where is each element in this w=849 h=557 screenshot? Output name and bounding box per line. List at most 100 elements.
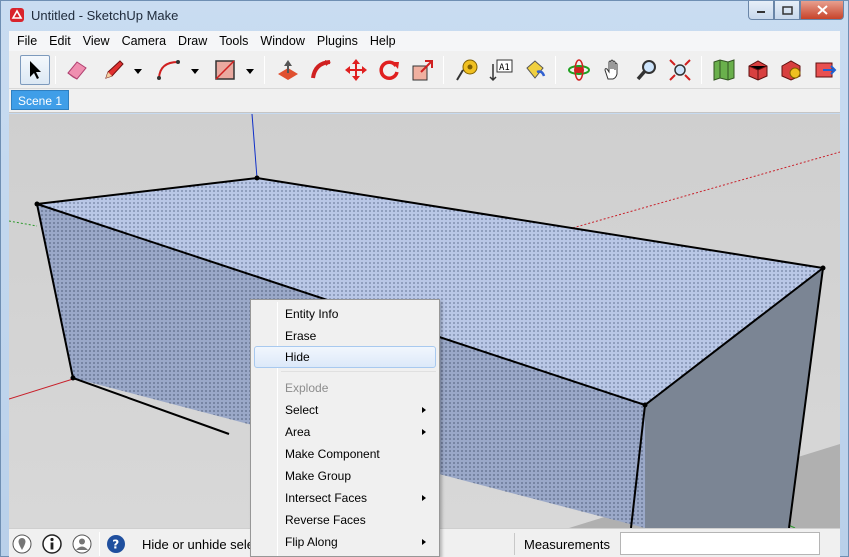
status-message: Hide or unhide sele: [142, 537, 255, 552]
window-controls: [748, 1, 844, 21]
eraser-icon: [67, 61, 87, 80]
menu-item-reverse-faces[interactable]: Reverse Faces: [254, 509, 436, 531]
menu-bar: File Edit View Camera Draw Tools Window …: [9, 31, 840, 51]
scale-tool-button[interactable]: [408, 55, 438, 85]
rotate-tool-button[interactable]: [374, 55, 404, 85]
menu-item-label: Hide: [285, 350, 310, 364]
menu-item-label: Entity Info: [285, 307, 339, 321]
menu-item-intersect-faces[interactable]: Intersect Faces: [254, 487, 436, 509]
close-icon: [816, 5, 828, 15]
zoom-tool-button[interactable]: [632, 55, 662, 85]
credits-info-icon[interactable]: [42, 534, 62, 554]
menu-draw[interactable]: Draw: [172, 31, 213, 51]
menu-plugins[interactable]: Plugins: [311, 31, 364, 51]
paint-bucket-tool-button[interactable]: [520, 55, 550, 85]
tape-measure-tool-button[interactable]: [452, 55, 482, 85]
submenu-arrow-icon: [422, 539, 426, 545]
orbit-icon: [568, 59, 590, 81]
axis-red-dashed: [568, 151, 840, 230]
pan-tool-button[interactable]: [598, 55, 628, 85]
user-account-icon[interactable]: [72, 534, 92, 554]
share-model-icon: [781, 60, 801, 81]
move-icon: [345, 59, 367, 81]
extension-warehouse-button[interactable]: [810, 55, 840, 85]
menu-item-area[interactable]: Area: [254, 421, 436, 443]
map-location-icon: [713, 59, 735, 81]
menu-item-erase[interactable]: Erase: [254, 325, 436, 347]
geo-location-icon[interactable]: [12, 534, 32, 554]
menu-item-explode: Explode: [254, 377, 436, 399]
menu-item-label: Make Component: [285, 447, 380, 461]
orbit-tool-button[interactable]: [564, 55, 594, 85]
select-arrow-icon: [30, 61, 41, 79]
push-pull-icon: [278, 60, 298, 80]
zoom-extents-tool-button[interactable]: [665, 55, 695, 85]
paint-bucket-icon: [526, 60, 546, 79]
axis-green-dashed: [9, 220, 38, 227]
select-tool-button[interactable]: [20, 55, 50, 85]
menu-tools[interactable]: Tools: [213, 31, 254, 51]
maximize-icon: [781, 5, 793, 15]
follow-me-tool-button[interactable]: [307, 55, 337, 85]
line-dropdown-icon[interactable]: [133, 66, 143, 76]
line-tool-button[interactable]: [99, 55, 129, 85]
rotate-icon: [379, 60, 399, 80]
context-menu: Entity Info Erase Hide Explode Select Ar…: [250, 299, 440, 557]
tab-scene-1[interactable]: Scene 1: [11, 90, 70, 110]
minimize-button[interactable]: [748, 1, 774, 20]
pencil-line-icon: [105, 60, 124, 79]
sketchup-app-icon[interactable]: [9, 7, 25, 23]
zoom-icon: [636, 60, 656, 81]
axis-blue: [251, 114, 258, 179]
arc-dropdown-icon[interactable]: [190, 66, 200, 76]
rectangle-dropdown-icon[interactable]: [245, 66, 255, 76]
maximize-button[interactable]: [774, 1, 800, 20]
text-tool-button[interactable]: A1: [486, 55, 516, 85]
menu-item-select[interactable]: Select: [254, 399, 436, 421]
measurements-input[interactable]: [620, 532, 820, 555]
menu-item-flip-along[interactable]: Flip Along: [254, 531, 436, 553]
menu-item-entity-info[interactable]: Entity Info: [254, 303, 436, 325]
tape-measure-icon: [456, 59, 478, 81]
text-label-icon: A1: [489, 59, 513, 82]
push-pull-tool-button[interactable]: [273, 55, 303, 85]
menu-item-label: Make Group: [285, 469, 352, 483]
get-models-button[interactable]: [743, 55, 773, 85]
svg-text:A1: A1: [499, 63, 510, 73]
submenu-arrow-icon: [422, 495, 426, 501]
close-button[interactable]: [800, 1, 844, 20]
menu-item-label: Intersect Faces: [285, 491, 368, 505]
rectangle-tool-button[interactable]: [210, 55, 240, 85]
share-model-button[interactable]: [776, 55, 806, 85]
eraser-tool-button[interactable]: [62, 55, 92, 85]
menu-camera[interactable]: Camera: [116, 31, 172, 51]
menu-item-label: Flip Along: [285, 535, 338, 549]
add-location-button[interactable]: [709, 55, 739, 85]
menu-item-make-component[interactable]: Make Component: [254, 443, 436, 465]
rectangle-icon: [215, 60, 235, 80]
move-tool-button[interactable]: [341, 55, 371, 85]
menu-separator: [281, 371, 436, 372]
menu-file[interactable]: File: [11, 31, 43, 51]
menu-item-label: Reverse Faces: [285, 513, 366, 527]
menu-window[interactable]: Window: [254, 31, 310, 51]
menu-item-label: Erase: [285, 329, 317, 343]
arc-tool-button[interactable]: [154, 55, 184, 85]
menu-item-label: Area: [285, 425, 311, 439]
menu-item-make-group[interactable]: Make Group: [254, 465, 436, 487]
svg-text:?: ?: [112, 538, 119, 552]
menu-edit[interactable]: Edit: [43, 31, 77, 51]
minimize-icon: [757, 11, 765, 13]
get-models-icon: [748, 60, 768, 81]
menu-view[interactable]: View: [77, 31, 116, 51]
pan-hand-icon: [604, 59, 618, 80]
menu-help[interactable]: Help: [364, 31, 402, 51]
menu-item-label: Select: [285, 403, 319, 417]
window-title: Untitled - SketchUp Make: [31, 8, 179, 23]
help-icon[interactable]: ?: [106, 534, 126, 554]
main-toolbar: A1: [9, 51, 840, 89]
arc-icon: [157, 60, 180, 80]
submenu-arrow-icon: [422, 429, 426, 435]
extension-warehouse-icon: [815, 62, 837, 78]
menu-item-hide[interactable]: Hide: [254, 346, 436, 368]
